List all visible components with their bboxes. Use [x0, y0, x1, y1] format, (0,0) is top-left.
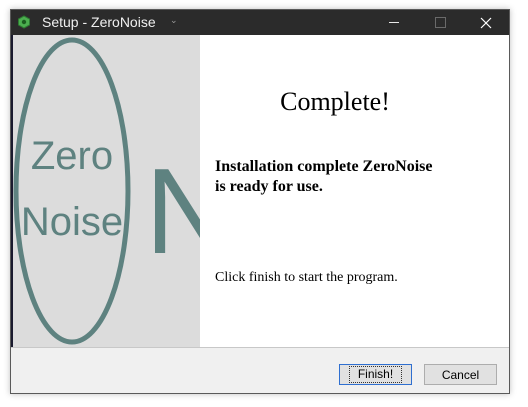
wizard-content: Complete! Installation complete ZeroNois…: [200, 35, 509, 347]
cancel-button[interactable]: Cancel: [424, 364, 497, 385]
finish-instruction: Click finish to start the program.: [215, 270, 398, 285]
completion-message-line2: is ready for use.: [215, 178, 323, 195]
completion-message-line1: Installation complete ZeroNoise: [215, 158, 433, 175]
zeronoise-logo: Zero Noise N: [13, 37, 200, 345]
setup-window: Setup - ZeroNoise ⌄ Zero Noise N Complet…: [10, 9, 510, 394]
logo-text-zero: Zero: [31, 134, 113, 178]
title-menu-caret-icon[interactable]: ⌄: [170, 15, 178, 26]
finish-button-label: Finish!: [348, 366, 403, 383]
title-bar[interactable]: Setup - ZeroNoise ⌄: [11, 10, 509, 35]
finish-button[interactable]: Finish!: [339, 364, 412, 385]
logo-text-noise: Noise: [21, 200, 123, 244]
logo-letter-n: N: [145, 143, 200, 279]
maximize-icon: [434, 17, 446, 28]
close-icon: [480, 17, 492, 28]
completion-message: Installation complete ZeroNoise is ready…: [215, 157, 495, 197]
maximize-button[interactable]: [417, 10, 463, 35]
close-button[interactable]: [463, 10, 509, 35]
minimize-button[interactable]: [371, 10, 417, 35]
button-bar: Finish! Cancel: [11, 347, 509, 393]
page-title: Complete!: [280, 87, 390, 116]
minimize-icon: [389, 22, 399, 23]
app-icon: [18, 15, 30, 29]
wizard-side-image: Zero Noise N: [11, 35, 200, 347]
window-title: Setup - ZeroNoise: [42, 14, 156, 30]
side-panel-edge: [11, 35, 13, 347]
